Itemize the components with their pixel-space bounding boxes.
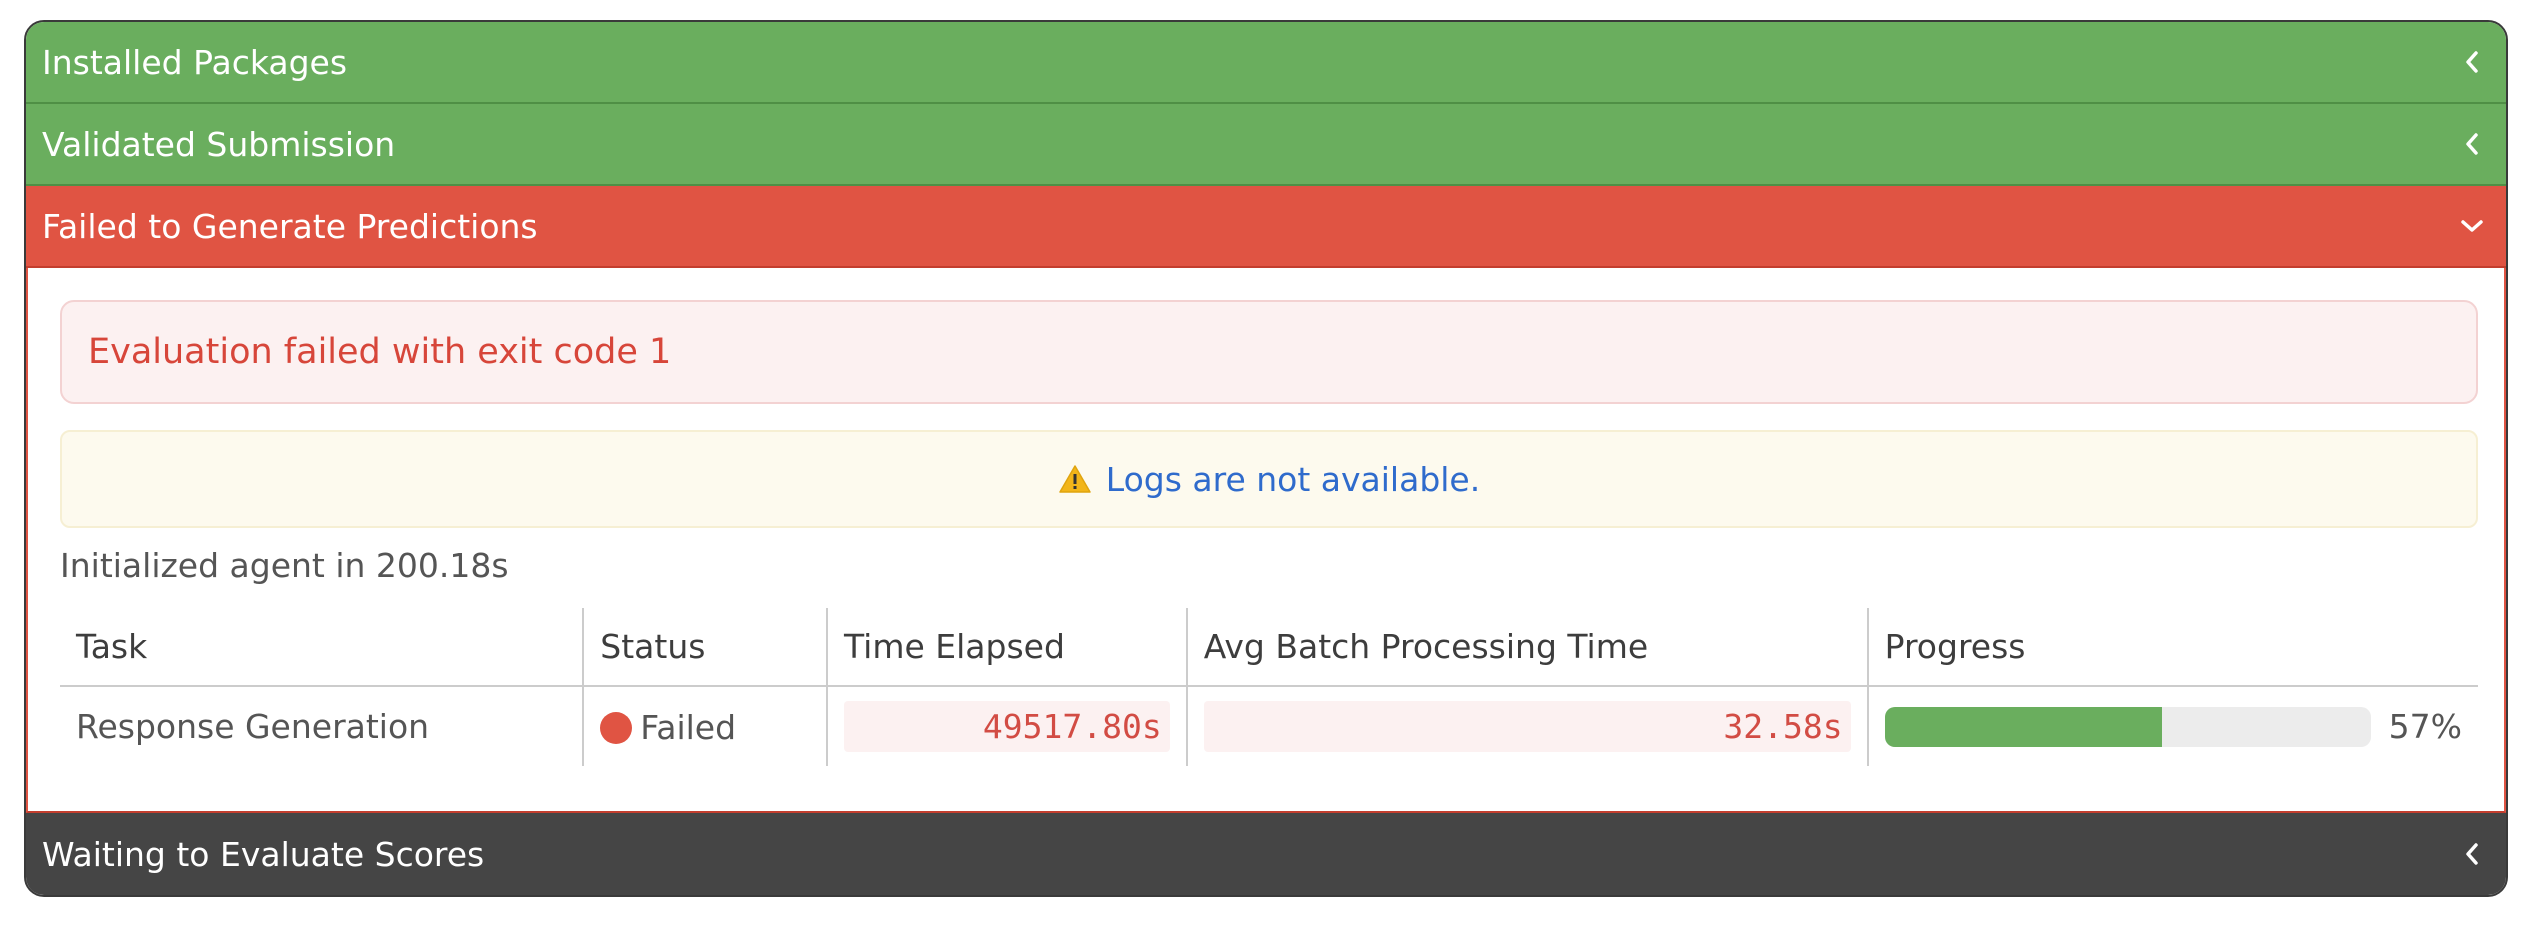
chevron-left-icon[interactable] xyxy=(2458,48,2486,76)
progress-bar xyxy=(1884,706,2371,747)
panel-validated-submission[interactable]: Validated Submission xyxy=(26,104,2506,186)
progress-indicator: 57% xyxy=(1884,706,2462,747)
time-elapsed-value: 49517.80s xyxy=(844,701,1170,752)
table-header-row: Task Status Time Elapsed Avg Batch Proce… xyxy=(60,608,2478,687)
column-header-task: Task xyxy=(60,608,584,687)
panel-failed-predictions-body: Evaluation failed with exit code 1 Logs … xyxy=(26,268,2506,813)
panel-title: Waiting to Evaluate Scores xyxy=(42,834,485,874)
error-alert: Evaluation failed with exit code 1 xyxy=(60,300,2478,404)
failed-status-dot-icon xyxy=(600,711,633,744)
chevron-down-icon[interactable] xyxy=(2458,212,2486,240)
panel-title: Installed Packages xyxy=(42,42,348,82)
status-accordion: Installed Packages Validated Submission … xyxy=(24,20,2508,897)
avg-batch-time-value: 32.58s xyxy=(1203,701,1851,752)
logs-warning-text[interactable]: Logs are not available. xyxy=(1106,460,1480,499)
task-table: Task Status Time Elapsed Avg Batch Proce… xyxy=(60,608,2478,766)
column-header-avg-batch-time: Avg Batch Processing Time xyxy=(1185,608,1868,687)
progress-bar-fill xyxy=(1884,706,2162,747)
table-row: Response Generation Failed 49517.80s 32.… xyxy=(60,686,2478,766)
task-cell: Response Generation xyxy=(76,707,430,746)
column-header-status: Status xyxy=(582,608,828,687)
progress-cell: 57% xyxy=(1866,686,2478,766)
time-elapsed-cell: 49517.80s xyxy=(826,686,1187,766)
logs-warning-alert: Logs are not available. xyxy=(60,430,2478,528)
column-header-time-elapsed: Time Elapsed xyxy=(826,608,1187,687)
status-cell: Failed xyxy=(582,686,828,766)
panel-title: Failed to Generate Predictions xyxy=(42,206,538,246)
panel-title: Validated Submission xyxy=(42,124,396,164)
column-header-progress: Progress xyxy=(1866,608,2478,687)
chevron-left-icon[interactable] xyxy=(2458,840,2486,868)
panel-failed-predictions[interactable]: Failed to Generate Predictions xyxy=(26,186,2506,268)
panel-waiting-evaluate-scores[interactable]: Waiting to Evaluate Scores xyxy=(26,813,2506,895)
init-time-text: Initialized agent in 200.18s xyxy=(60,546,509,585)
warning-triangle-icon xyxy=(1058,464,1092,494)
progress-percent: 57% xyxy=(2388,707,2462,746)
panel-installed-packages[interactable]: Installed Packages xyxy=(26,22,2506,104)
error-message: Evaluation failed with exit code 1 xyxy=(88,332,672,372)
avg-batch-time-cell: 32.58s xyxy=(1185,686,1868,766)
chevron-left-icon[interactable] xyxy=(2458,130,2486,158)
status-text: Failed xyxy=(640,708,737,747)
